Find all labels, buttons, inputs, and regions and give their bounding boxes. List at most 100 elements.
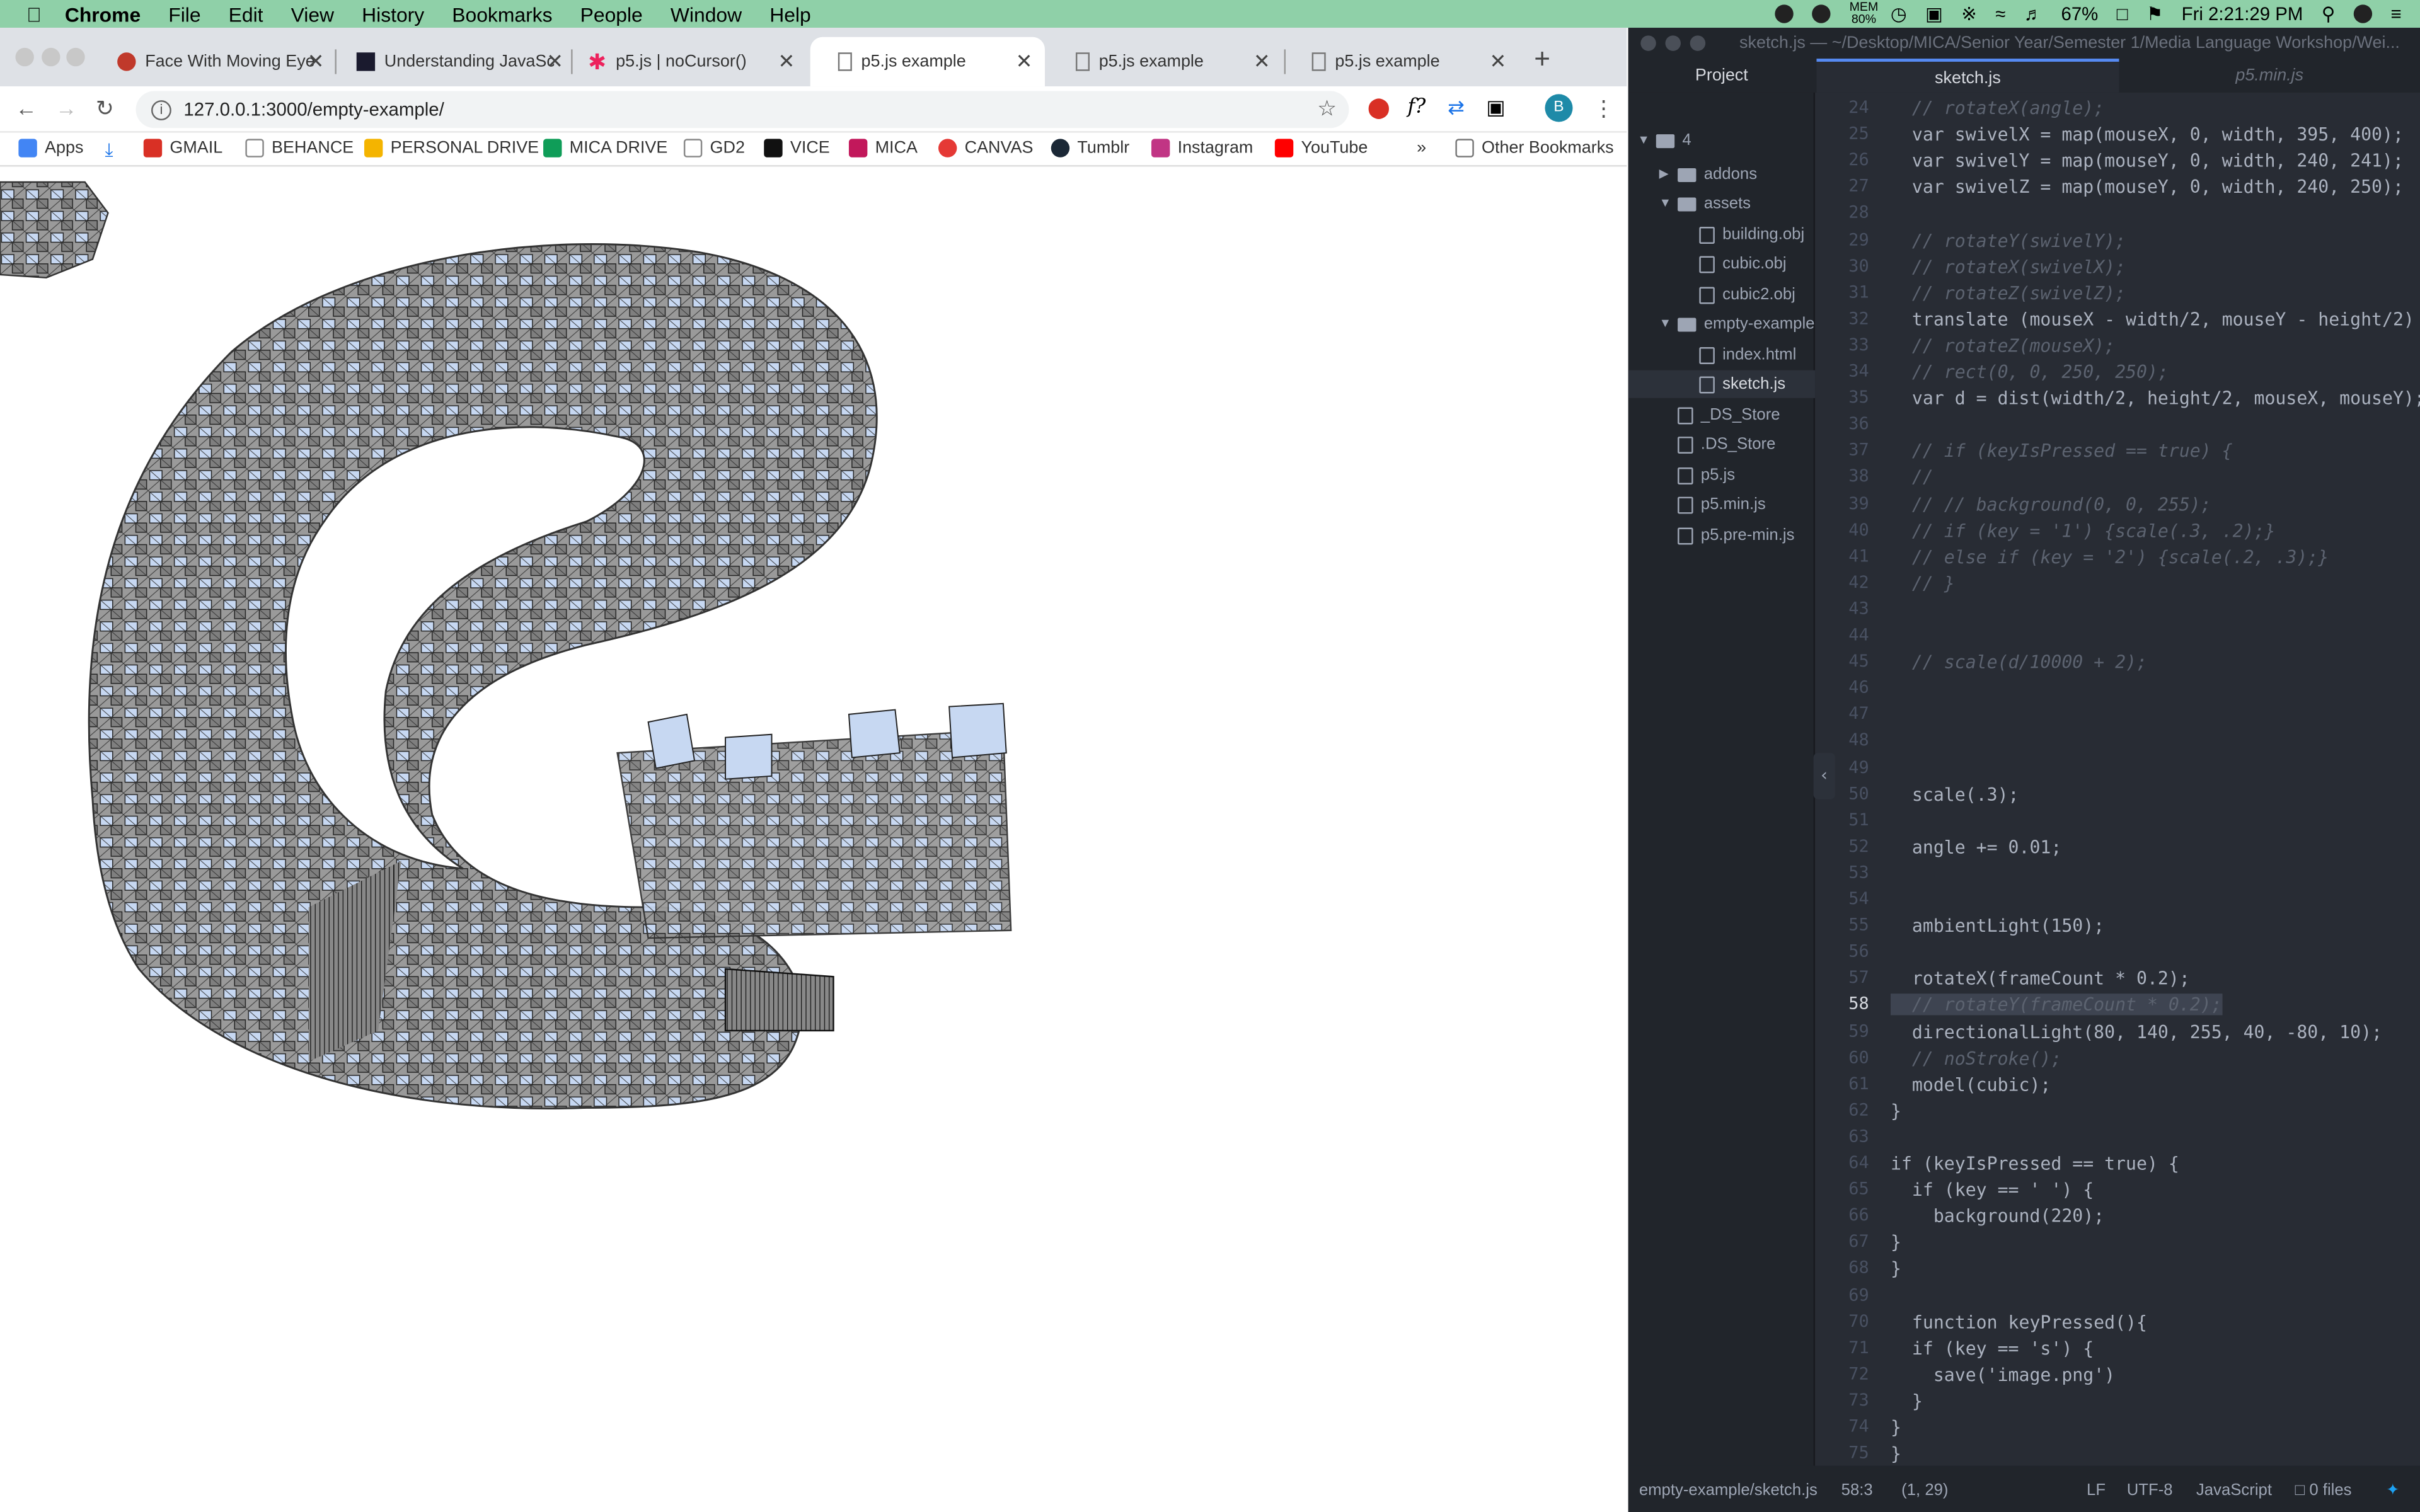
code-line[interactable]: var swivelY = map(mouseY, 0, width, 240,…	[1891, 150, 2404, 171]
code-line[interactable]: }	[1891, 1390, 1923, 1411]
menu-app-name[interactable]: Chrome	[65, 3, 141, 26]
tab-p5-example-2[interactable]: p5.js example ✕	[1048, 37, 1282, 86]
code-line[interactable]: // if (keyIsPressed == true) {	[1891, 440, 2233, 462]
tree-item-addons[interactable]: ▶ addons	[1659, 161, 1757, 188]
menu-bookmarks[interactable]: Bookmarks	[452, 3, 552, 26]
code-editor[interactable]: 24 25 26 27 28 29 30 31 32 33 34 35 36 37 38 39 40 41 42 43…	[1816, 92, 2420, 1466]
status-selection-count[interactable]: (1, 29)	[1901, 1481, 1948, 1499]
code-line[interactable]: // rotateY(swivelY);	[1891, 229, 2126, 251]
url-text[interactable]: 127.0.0.1:3000/empty-example/	[183, 99, 444, 120]
code-line[interactable]: scale(.3);	[1891, 783, 2019, 805]
battery-percent[interactable]: 67%	[2061, 3, 2098, 25]
code-line[interactable]: if (key == 's') {	[1891, 1337, 2094, 1359]
bookmark-gd2[interactable]: GD2	[683, 139, 745, 158]
close-window-icon[interactable]	[1640, 35, 1656, 51]
collapse-panel-icon[interactable]: ‹	[1813, 753, 1835, 799]
tree-item-p5-js[interactable]: p5.js	[1678, 461, 1735, 489]
bookmark-instagram[interactable]: Instagram	[1151, 139, 1253, 158]
menu-people[interactable]: People	[580, 3, 643, 26]
back-icon[interactable]: ←	[15, 96, 37, 120]
bookmark-star-icon[interactable]: ☆	[1317, 96, 1337, 122]
bookmark-gmail[interactable]: GMAIL	[143, 139, 222, 158]
tab-p5-min-js[interactable]: p5.min.js	[2119, 59, 2420, 93]
code-line[interactable]: // rotateZ(mouseX);	[1891, 335, 2115, 356]
tree-item-empty-example[interactable]: ▼ empty-example	[1659, 310, 1815, 338]
tab-p5-example-3[interactable]: p5.js example ✕	[1284, 37, 1519, 86]
notification-center-icon[interactable]: ≡	[2390, 3, 2401, 25]
close-window-icon[interactable]	[15, 47, 34, 67]
adblock-extension-icon[interactable]: ⬤	[1368, 96, 1390, 120]
display-icon[interactable]: ▣	[1925, 3, 1943, 25]
bookmark-canvas[interactable]: CANVAS	[938, 139, 1033, 158]
tree-item-underscore-ds-store[interactable]: _DS_Store	[1678, 401, 1780, 429]
close-tab-icon[interactable]: ✕	[1490, 49, 1507, 74]
minimize-window-icon[interactable]	[42, 47, 60, 67]
code-line[interactable]: // rotateX(swivelX);	[1891, 256, 2126, 277]
menu-window[interactable]: Window	[671, 3, 742, 26]
clock[interactable]: Fri 2:21:29 PM	[2182, 3, 2303, 25]
close-tab-icon[interactable]: ✕	[778, 49, 795, 74]
code-line[interactable]: }	[1891, 1100, 1901, 1121]
battery-icon[interactable]: □	[2117, 3, 2128, 25]
menu-help[interactable]: Help	[769, 3, 811, 26]
screenshot-extension-icon[interactable]: ▣	[1486, 96, 1505, 120]
menu-history[interactable]: History	[362, 3, 424, 26]
new-tab-icon[interactable]: +	[1534, 43, 1550, 76]
code-line[interactable]: //	[1891, 467, 1933, 488]
code-line[interactable]: angle += 0.01;	[1891, 836, 2061, 857]
profile-avatar[interactable]: B	[1545, 94, 1573, 122]
apple-icon[interactable]: 	[21, 3, 46, 26]
p5-sketch-canvas[interactable]	[0, 166, 1627, 1512]
code-line[interactable]: if (keyIsPressed == true) {	[1891, 1152, 2179, 1174]
tree-item-cubic2-obj[interactable]: cubic2.obj	[1699, 281, 1795, 309]
tree-item-building-obj[interactable]: building.obj	[1699, 220, 1804, 248]
zoom-window-icon[interactable]	[66, 47, 85, 67]
code-line[interactable]: save('image.png')	[1891, 1363, 2115, 1385]
close-tab-icon[interactable]: ✕	[308, 49, 325, 74]
code-line[interactable]: background(220);	[1891, 1205, 2104, 1227]
code-line[interactable]: // rotateZ(swivelZ);	[1891, 282, 2126, 303]
tree-item-p5-min-js[interactable]: p5.min.js	[1678, 491, 1766, 518]
code-line[interactable]: // rect(0, 0, 250, 250);	[1891, 361, 2169, 382]
zoom-window-icon[interactable]	[1690, 35, 1706, 51]
tab-project[interactable]: Project	[1628, 59, 1815, 93]
code-line[interactable]: model(cubic);	[1891, 1074, 2051, 1095]
volume-icon[interactable]: ♬	[2024, 3, 2043, 25]
tab-p5-example-active[interactable]: p5.js example ✕	[810, 37, 1045, 87]
site-info-icon[interactable]: i	[151, 99, 171, 120]
menu-file[interactable]: File	[168, 3, 200, 26]
reload-icon[interactable]: ↻	[96, 96, 114, 122]
tree-item-index-html[interactable]: index.html	[1699, 341, 1796, 369]
tree-item-cubic-obj[interactable]: cubic.obj	[1699, 250, 1787, 278]
font-extension-icon[interactable]: f?	[1407, 96, 1426, 119]
menu-edit[interactable]: Edit	[229, 3, 263, 26]
bookmarks-overflow-button[interactable]: »	[1417, 139, 1426, 157]
bookmark-vice[interactable]: VICE	[764, 139, 830, 158]
code-line[interactable]: // noStroke();	[1891, 1047, 2061, 1068]
code-line[interactable]: if (key == ' ') {	[1891, 1179, 2094, 1200]
code-line[interactable]: }	[1891, 1416, 1901, 1438]
extension-icon[interactable]: ⇄	[1448, 96, 1465, 120]
code-line[interactable]: rotateX(frameCount * 0.2);	[1891, 968, 2190, 989]
code-line[interactable]: }	[1891, 1443, 1901, 1464]
tab-face-moving-eye[interactable]: Face With Moving Eye ✕	[89, 37, 337, 86]
memory-readout[interactable]: MEM 80%	[1850, 1, 1879, 26]
time-machine-icon[interactable]: ◷	[1891, 3, 1907, 25]
status-grammar[interactable]: JavaScript	[2196, 1481, 2272, 1499]
bookmark-download[interactable]: ⤓	[105, 139, 113, 162]
tree-item-p5-pre-min-js[interactable]: p5.pre-min.js	[1678, 522, 1794, 549]
menu-view[interactable]: View	[291, 3, 334, 26]
address-bar[interactable]: i 127.0.0.1:3000/empty-example/ ☆	[135, 91, 1349, 129]
bookmark-tumblr[interactable]: Tumblr	[1051, 139, 1129, 158]
minimize-window-icon[interactable]	[1665, 35, 1681, 51]
code-line[interactable]: var d = dist(width/2, height/2, mouseX, …	[1891, 387, 2420, 409]
code-line[interactable]: ambientLight(150);	[1891, 915, 2104, 936]
status-file-path[interactable]: empty-example/sketch.js	[1639, 1481, 1818, 1499]
code-line[interactable]: // rotateX(angle);	[1891, 97, 2104, 118]
code-line[interactable]: // }	[1891, 572, 1955, 593]
bookmark-mica[interactable]: MICA	[848, 139, 918, 158]
tab-p5-nocursor[interactable]: ✱ p5.js | noCursor() ✕	[560, 37, 807, 86]
close-tab-icon[interactable]: ✕	[1253, 49, 1270, 74]
flag-icon[interactable]: ⚑	[2146, 3, 2163, 25]
code-line[interactable]: var swivelX = map(mouseX, 0, width, 395,…	[1891, 123, 2404, 145]
